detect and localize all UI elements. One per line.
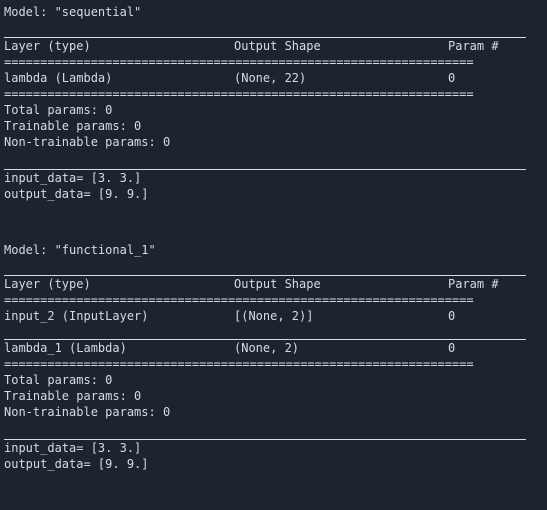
cell-output-shape: (None, 2) (234, 341, 300, 355)
trainable-params-1: Trainable params: 0 (4, 119, 142, 133)
table-top-rule-2 (0, 268, 547, 276)
block-gap-2 (0, 226, 547, 242)
input-data-line-1: input_data= [3. 3.] (4, 171, 142, 185)
column-header-output-shape: Output Shape (234, 277, 321, 291)
model-title-sequential: Model: "sequential" (4, 5, 142, 19)
model-title-functional-1: Model: "functional_1" (4, 243, 156, 257)
table-top-rule-1 (0, 30, 547, 38)
table-row: lambda (Lambda) (None, 22) 0 (0, 70, 547, 86)
trainable-params-2: Trainable params: 0 (4, 389, 142, 403)
column-header-param: Param # (448, 39, 499, 53)
input-data-line-2: input_data= [3. 3.] (4, 441, 142, 455)
terminal-output: Model: "sequential" Layer (type) Output … (0, 0, 547, 510)
total-params-1: Total params: 0 (4, 103, 113, 117)
non-trainable-params-1: Non-trainable params: 0 (4, 135, 171, 149)
non-trainable-params-2: Non-trainable params: 0 (4, 405, 171, 419)
output-rule-1 (0, 162, 547, 170)
table-header-row-2: Layer (type) Output Shape Param # (0, 276, 547, 292)
table-row: lambda_1 (Lambda) (None, 2) 0 (0, 340, 547, 356)
cell-layer: lambda_1 (Lambda) (4, 341, 127, 355)
output-rule-2 (0, 432, 547, 440)
column-header-param: Param # (448, 277, 499, 291)
column-header-layer: Layer (type) (4, 39, 91, 53)
cell-output-shape: [(None, 2)] (234, 309, 314, 323)
cell-output-shape: (None, 22) (234, 71, 307, 85)
equals-separator: ========================================… (4, 357, 474, 371)
column-header-layer: Layer (type) (4, 277, 91, 291)
table-row: input_2 (InputLayer) [(None, 2)] 0 (0, 308, 547, 324)
cell-param: 0 (448, 71, 456, 85)
output-data-line-1: output_data= [9. 9.] (4, 187, 149, 201)
table-header-row-1: Layer (type) Output Shape Param # (0, 38, 547, 54)
cell-layer: input_2 (InputLayer) (4, 309, 149, 323)
cell-param: 0 (448, 341, 456, 355)
cell-layer: lambda (Lambda) (4, 71, 113, 85)
cell-param: 0 (448, 309, 456, 323)
total-params-2: Total params: 0 (4, 373, 113, 387)
block-gap (0, 202, 547, 226)
column-header-output-shape: Output Shape (234, 39, 321, 53)
equals-separator: ========================================… (4, 293, 474, 307)
row-separator-rule-2 (0, 332, 547, 340)
equals-separator: ========================================… (4, 87, 474, 101)
output-data-line-2: output_data= [9. 9.] (4, 457, 149, 471)
equals-separator: ========================================… (4, 55, 474, 69)
